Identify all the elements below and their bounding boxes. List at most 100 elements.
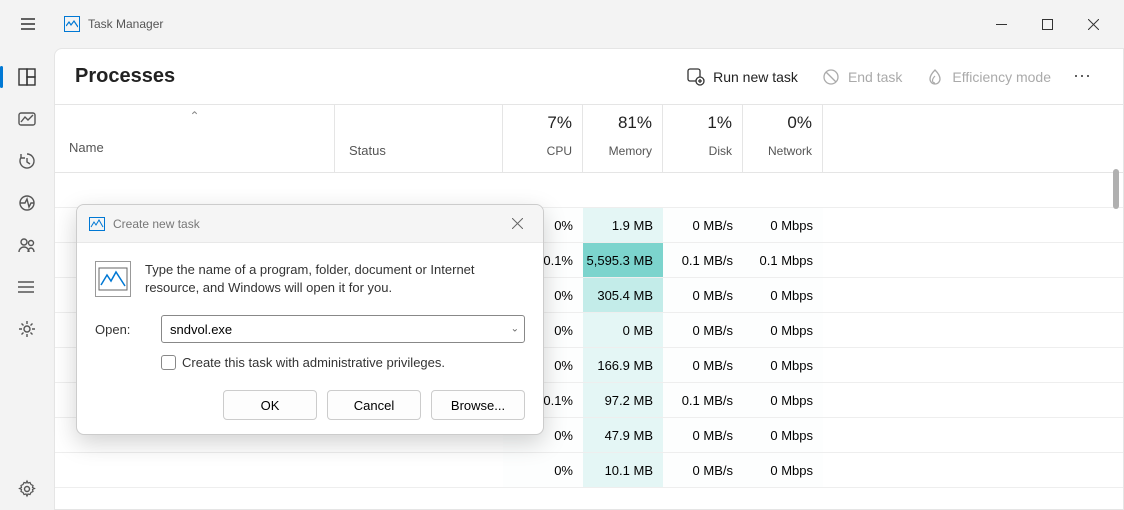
cell-disk: 0 MB/s <box>663 278 743 312</box>
column-header-network[interactable]: 0% Network <box>743 105 823 172</box>
scrollbar-thumb[interactable] <box>1113 169 1119 209</box>
column-header-status[interactable]: Status <box>335 105 503 172</box>
maximize-button[interactable] <box>1024 8 1070 40</box>
cell-memory: 1.9 MB <box>583 208 663 242</box>
table-header: ⌃ Name Status 7% CPU 81% Memory 1% Disk 0% Netw… <box>55 105 1123 173</box>
cell-memory: 47.9 MB <box>583 418 663 452</box>
cell-cpu: 0% <box>503 453 583 487</box>
settings-icon <box>17 479 37 499</box>
sidebar-item-processes[interactable] <box>0 56 54 98</box>
efficiency-label: Efficiency mode <box>952 69 1051 85</box>
cell-memory: 166.9 MB <box>583 348 663 382</box>
metric-label: Network <box>743 144 812 158</box>
close-icon <box>512 218 523 229</box>
sidebar-item-services[interactable] <box>0 308 54 350</box>
metric-label: CPU <box>503 144 572 158</box>
metric-percent: 1% <box>663 113 732 133</box>
sidebar-item-performance[interactable] <box>0 98 54 140</box>
cell-disk: 0 MB/s <box>663 418 743 452</box>
cell-disk: 0 MB/s <box>663 453 743 487</box>
cell-memory: 0 MB <box>583 313 663 347</box>
metric-label: Memory <box>583 144 652 158</box>
metric-label: Disk <box>663 144 732 158</box>
minimize-icon <box>996 19 1007 30</box>
startup-icon <box>17 193 37 213</box>
toolbar: Processes Run new task End task Efficien… <box>55 49 1123 105</box>
column-status-label: Status <box>349 143 386 158</box>
sidebar-item-startup[interactable] <box>0 182 54 224</box>
column-header-cpu[interactable]: 7% CPU <box>503 105 583 172</box>
sidebar-item-history[interactable] <box>0 140 54 182</box>
maximize-icon <box>1042 19 1053 30</box>
metric-percent: 0% <box>743 113 812 133</box>
end-task-icon <box>822 68 840 86</box>
dialog-close-button[interactable] <box>503 210 531 238</box>
titlebar: Task Manager <box>0 0 1124 48</box>
page-title: Processes <box>75 65 175 88</box>
app-icon <box>64 16 80 32</box>
cell-network: 0 Mbps <box>743 418 823 452</box>
cell-memory: 97.2 MB <box>583 383 663 417</box>
history-icon <box>17 151 37 171</box>
run-new-task-label: Run new task <box>713 69 798 85</box>
scrollbar[interactable] <box>1113 169 1121 469</box>
cell-network: 0 Mbps <box>743 313 823 347</box>
dialog-icon <box>95 261 131 297</box>
cell-disk: 0.1 MB/s <box>663 383 743 417</box>
open-label: Open: <box>95 322 143 337</box>
sidebar-item-users[interactable] <box>0 224 54 266</box>
sort-indicator-icon: ⌃ <box>189 109 199 123</box>
performance-icon <box>17 109 37 129</box>
efficiency-icon <box>926 68 944 86</box>
metric-percent: 7% <box>503 113 572 133</box>
column-header-disk[interactable]: 1% Disk <box>663 105 743 172</box>
sidebar <box>0 48 54 510</box>
table-row[interactable]: 0%10.1 MB0 MB/s0 Mbps <box>55 453 1123 488</box>
cancel-button[interactable]: Cancel <box>327 390 421 420</box>
create-new-task-dialog: Create new task Type the name of a progr… <box>76 204 544 435</box>
table-row[interactable] <box>55 173 1123 208</box>
cell-memory: 305.4 MB <box>583 278 663 312</box>
end-task-button: End task <box>810 62 914 92</box>
efficiency-mode-button: Efficiency mode <box>914 62 1063 92</box>
hamburger-menu-button[interactable] <box>8 4 48 44</box>
sidebar-item-settings[interactable] <box>0 468 54 510</box>
cell-network: 0 Mbps <box>743 453 823 487</box>
close-button[interactable] <box>1070 8 1116 40</box>
cell-disk: 0 MB/s <box>663 313 743 347</box>
dialog-titlebar[interactable]: Create new task <box>77 205 543 243</box>
column-header-memory[interactable]: 81% Memory <box>583 105 663 172</box>
sidebar-item-details[interactable] <box>0 266 54 308</box>
cell-memory: 10.1 MB <box>583 453 663 487</box>
cell-disk: 0.1 MB/s <box>663 243 743 277</box>
cell-network: 0 Mbps <box>743 208 823 242</box>
metric-percent: 81% <box>583 113 652 133</box>
column-header-name[interactable]: ⌃ Name <box>55 105 335 172</box>
column-name-label: Name <box>69 140 320 155</box>
minimize-button[interactable] <box>978 8 1024 40</box>
app-title: Task Manager <box>88 17 163 31</box>
close-icon <box>1088 19 1099 30</box>
dialog-app-icon <box>89 217 105 231</box>
hamburger-icon <box>20 16 36 32</box>
run-new-task-button[interactable]: Run new task <box>675 62 810 92</box>
dialog-description: Type the name of a program, folder, docu… <box>145 261 525 297</box>
admin-privileges-checkbox[interactable] <box>161 355 176 370</box>
services-icon <box>17 319 37 339</box>
users-icon <box>17 235 37 255</box>
open-input[interactable] <box>161 315 525 343</box>
cell-network: 0 Mbps <box>743 383 823 417</box>
processes-icon <box>17 67 37 87</box>
cell-network: 0.1 Mbps <box>743 243 823 277</box>
cell-disk: 0 MB/s <box>663 348 743 382</box>
more-options-button[interactable]: ⋯ <box>1063 60 1103 93</box>
browse-button[interactable]: Browse... <box>431 390 525 420</box>
admin-privileges-label: Create this task with administrative pri… <box>182 355 445 370</box>
dialog-title: Create new task <box>113 217 503 231</box>
cell-network: 0 Mbps <box>743 348 823 382</box>
run-task-icon <box>687 68 705 86</box>
cell-disk: 0 MB/s <box>663 208 743 242</box>
ok-button[interactable]: OK <box>223 390 317 420</box>
cell-memory: 5,595.3 MB <box>583 243 663 277</box>
end-task-label: End task <box>848 69 902 85</box>
